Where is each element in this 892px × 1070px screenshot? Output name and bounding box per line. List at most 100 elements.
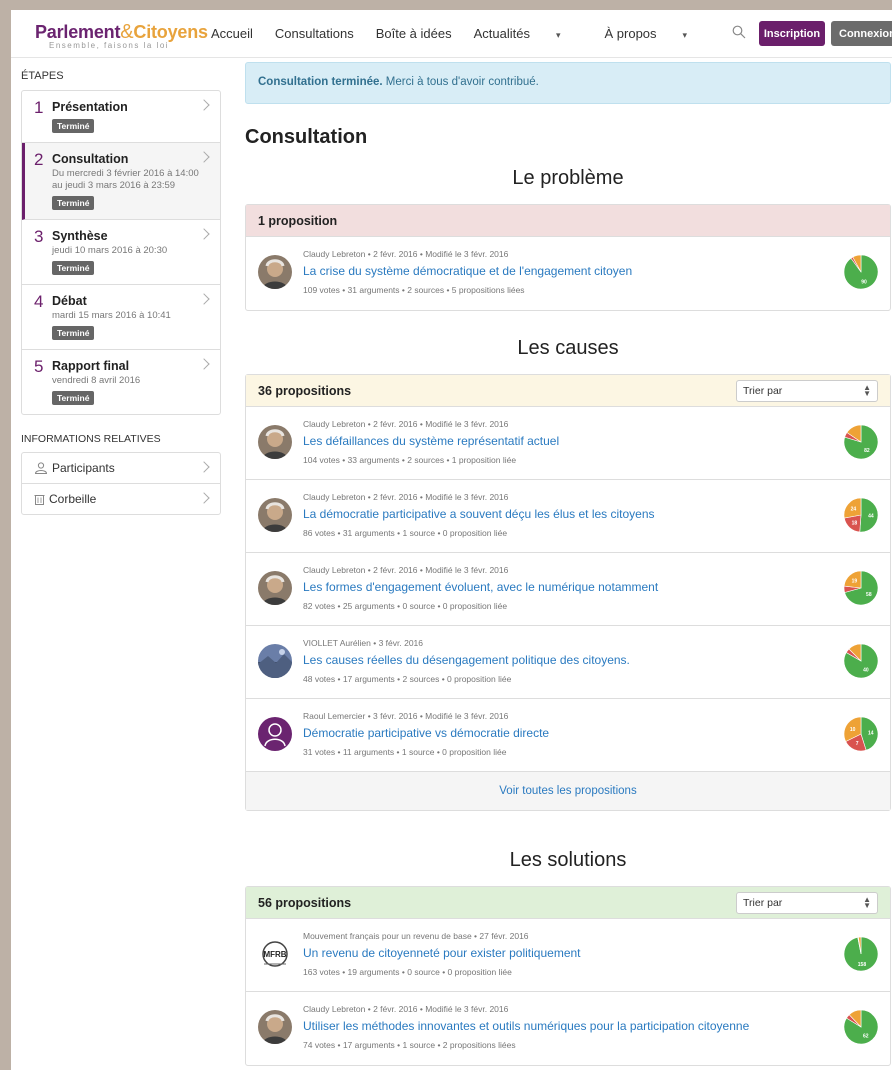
step-rapport-final[interactable]: 5 Rapport final vendredi 8 avril 2016 Te… [22, 350, 220, 414]
chevron-down-icon: ▾ [682, 30, 688, 40]
vote-pie-chart: 82 [844, 425, 878, 459]
proposition-meta: Raoul Lemercier • 3 févr. 2016 • Modifié… [303, 711, 509, 721]
proposition-item[interactable]: Claudy Lebreton • 2 févr. 2016 • Modifié… [246, 992, 890, 1065]
sort-select[interactable]: Trier par ▲ ▼ [736, 379, 878, 402]
status-badge: Terminé [52, 196, 95, 210]
proposition-item[interactable]: VIOLLET Aurélien • 3 févr. 2016 Les caus… [246, 626, 890, 699]
vote-pie-chart: 58 19 [844, 571, 878, 605]
proposition-title-link[interactable]: La démocratie participative a souvent dé… [303, 507, 655, 521]
pie-label: 58 [866, 592, 872, 598]
panel-probleme: 1 proposition Claudy Lebreton • 2 févr. … [245, 204, 891, 311]
panel-solutions: 56 propositions Trier par ▲ ▼ MFRB Mouveme… [245, 886, 891, 1066]
proposition-meta: Claudy Lebreton • 2 févr. 2016 • Modifié… [303, 1004, 509, 1014]
user-icon [34, 462, 48, 474]
section-title-causes: Les causes [517, 337, 619, 359]
participants-label: Participants [52, 461, 115, 475]
avatar [258, 717, 292, 751]
step-title: Rapport final [52, 359, 130, 373]
corbeille-link[interactable]: Corbeille [22, 484, 220, 514]
proposition-item[interactable]: MFRB Mouvement français pour un revenu d… [246, 919, 890, 992]
step-date: vendredi 8 avril 2016 [52, 375, 141, 386]
main-nav: Accueil Consultations Boîte à idées Actu… [211, 26, 731, 41]
pie-label: 24 [851, 507, 857, 513]
logo-wordmark: Parlement&Citoyens [35, 21, 208, 43]
status-badge: Terminé [52, 261, 95, 275]
browser-frame: Parlement&Citoyens Ensemble, faisons la … [11, 10, 892, 1070]
proposition-title-link[interactable]: Les causes réelles du désengagement poli… [303, 653, 630, 667]
step-synthese[interactable]: 3 Synthèse jeudi 10 mars 2016 à 20:30 Te… [22, 220, 220, 285]
proposition-title-link[interactable]: Démocratie participative vs démocratie d… [303, 726, 549, 740]
svg-text:MFRB: MFRB [263, 950, 286, 959]
proposition-meta: Claudy Lebreton • 2 févr. 2016 • Modifié… [303, 492, 509, 502]
proposition-item[interactable]: Claudy Lebreton • 2 févr. 2016 • Modifié… [246, 237, 890, 310]
step-title: Débat [52, 294, 87, 308]
panel-header: 56 propositions Trier par ▲ ▼ [246, 887, 890, 919]
pie-label: 82 [864, 448, 870, 454]
proposition-title-link[interactable]: Les formes d'engagement évoluent, avec l… [303, 580, 658, 594]
search-icon[interactable] [732, 25, 746, 39]
vote-pie-chart: 90 [844, 255, 878, 289]
step-date: jeudi 10 mars 2016 à 20:30 [52, 245, 168, 256]
proposition-stats: 82 votes • 25 arguments • 0 source • 0 p… [303, 601, 508, 611]
nav-a-propos[interactable]: À propos ▾ [605, 26, 710, 41]
trash-icon [34, 495, 45, 505]
step-date: mardi 15 mars 2016 à 10:41 [52, 310, 171, 321]
panel-causes: 36 propositions Trier par ▲ ▼ Claudy Lebre… [245, 374, 891, 811]
chevron-down-icon: ▾ [555, 30, 561, 40]
logo[interactable]: Parlement&Citoyens Ensemble, faisons la … [35, 21, 208, 50]
step-number: 4 [34, 292, 44, 311]
sort-select[interactable]: Trier par ▲ ▼ [736, 891, 878, 914]
step-debat[interactable]: 4 Débat mardi 15 mars 2016 à 10:41 Termi… [22, 285, 220, 350]
vote-pie-chart: 158 [844, 937, 878, 971]
step-presentation[interactable]: 1 Présentation Terminé [22, 91, 220, 143]
nav-actualites[interactable]: Actualités ▾ [474, 26, 583, 41]
proposition-meta: Claudy Lebreton • 2 févr. 2016 • Modifié… [303, 249, 509, 259]
sidebar: Étapes 1 Présentation Terminé 2 Consulta… [21, 70, 221, 515]
sort-select-value: Trier par [743, 896, 783, 909]
panel-header: 36 propositions Trier par ▲ ▼ [246, 375, 890, 407]
status-badge: Terminé [52, 391, 95, 405]
proposition-stats: 31 votes • 11 arguments • 1 source • 0 p… [303, 747, 507, 757]
step-title: Consultation [52, 152, 129, 166]
chevron-right-icon [198, 461, 210, 473]
status-badge: Terminé [52, 326, 95, 340]
see-all-propositions-link[interactable]: Voir toutes les propositions [246, 772, 890, 810]
proposition-item[interactable]: Claudy Lebreton • 2 févr. 2016 • Modifié… [246, 407, 890, 480]
vote-pie-chart: 14 7 10 [844, 717, 878, 751]
step-number: 3 [34, 227, 44, 246]
participants-link[interactable]: Participants [22, 453, 220, 484]
proposition-title-link[interactable]: Les défaillances du système représentati… [303, 434, 559, 448]
nav-consultations[interactable]: Consultations [275, 26, 354, 41]
sort-select-value: Trier par [743, 384, 783, 397]
nav-boite-a-idees[interactable]: Boîte à idées [376, 26, 452, 41]
navbar: Parlement&Citoyens Ensemble, faisons la … [11, 10, 892, 58]
proposition-title-link[interactable]: La crise du système démocratique et de l… [303, 264, 632, 278]
proposition-stats: 109 votes • 31 arguments • 2 sources • 5… [303, 285, 525, 295]
steps-list: 1 Présentation Terminé 2 Consultation Du… [21, 90, 221, 415]
proposition-item[interactable]: Claudy Lebreton • 2 févr. 2016 • Modifié… [246, 480, 890, 553]
proposition-item[interactable]: Claudy Lebreton • 2 févr. 2016 • Modifié… [246, 553, 890, 626]
select-arrows-icon: ▲ ▼ [863, 894, 871, 910]
proposition-title-link[interactable]: Un revenu de citoyenneté pour exister po… [303, 946, 581, 960]
avatar [258, 498, 292, 532]
related-info-list: Participants Corbeille [21, 452, 221, 515]
pie-label: 19 [852, 579, 858, 585]
connexion-button[interactable]: Connexion [831, 21, 892, 46]
select-arrows-icon: ▲ ▼ [863, 382, 871, 398]
step-consultation[interactable]: 2 Consultation Du mercredi 3 février 201… [22, 143, 220, 220]
proposition-meta: Claudy Lebreton • 2 févr. 2016 • Modifié… [303, 565, 509, 575]
pie-label: 90 [861, 279, 867, 285]
proposition-item[interactable]: Raoul Lemercier • 3 févr. 2016 • Modifié… [246, 699, 890, 772]
proposition-meta: Mouvement français pour un revenu de bas… [303, 931, 529, 941]
alert-text: Merci à tous d'avoir contribué. [382, 76, 539, 88]
panel-header: 1 proposition [246, 205, 890, 237]
inscription-button[interactable]: Inscription [759, 21, 825, 46]
alert-strong: Consultation terminée. [258, 76, 383, 88]
step-title: Présentation [52, 100, 128, 114]
status-badge: Terminé [52, 119, 95, 133]
nav-a-propos-label: À propos [604, 26, 657, 41]
proposition-title-link[interactable]: Utiliser les méthodes innovantes et outi… [303, 1019, 749, 1033]
proposition-stats: 48 votes • 17 arguments • 2 sources • 0 … [303, 674, 512, 684]
proposition-stats: 74 votes • 17 arguments • 1 source • 2 p… [303, 1040, 516, 1050]
nav-accueil[interactable]: Accueil [211, 26, 253, 41]
